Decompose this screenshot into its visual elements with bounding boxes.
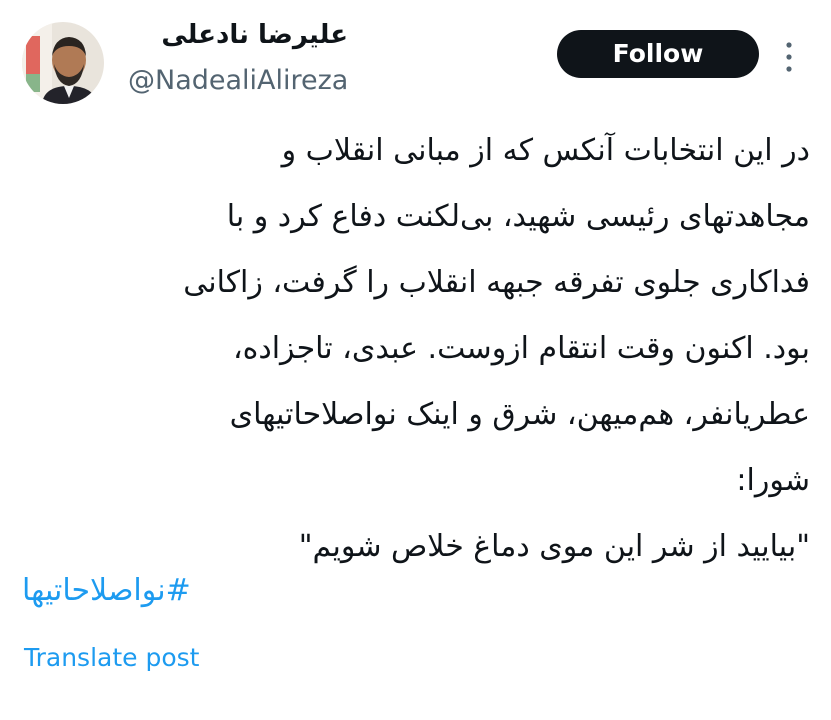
profile-photo-icon: [22, 22, 104, 104]
post-header: علیرضا نادعلی @NadealiAlireza Follow: [0, 0, 831, 110]
follow-button[interactable]: Follow: [557, 30, 759, 78]
post-text-line: مجاهدتهای رئیسی شهید، بی‌لکنت دفاع کرد و…: [226, 199, 810, 234]
author-display-name[interactable]: علیرضا نادعلی: [128, 18, 348, 52]
post-text-line: شورا:: [736, 463, 810, 498]
more-vertical-icon[interactable]: [782, 40, 796, 74]
post-text-line: بود. اکنون وقت انتقام ازوست. عبدی، تاجزا…: [232, 331, 810, 366]
avatar[interactable]: [22, 22, 104, 104]
post-text-line: عطریانفر، هم‌میهن، شرق و اینک نواصلاحاتی…: [229, 397, 810, 432]
translate-post-link[interactable]: Translate post: [24, 638, 199, 678]
post-text-line: فداکاری جلوی تفرقه جبهه انقلاب را گرفت، …: [183, 265, 810, 300]
author-handle[interactable]: @NadealiAlireza: [128, 64, 348, 98]
post-text: در این انتخابات آنکس که از مبانی انقلاب …: [20, 118, 810, 580]
post-card: علیرضا نادعلی @NadealiAlireza Follow در …: [0, 0, 831, 720]
hashtag-link[interactable]: #نواصلاحاتیها: [22, 566, 191, 616]
post-text-line: در این انتخابات آنکس که از مبانی انقلاب …: [281, 133, 810, 168]
